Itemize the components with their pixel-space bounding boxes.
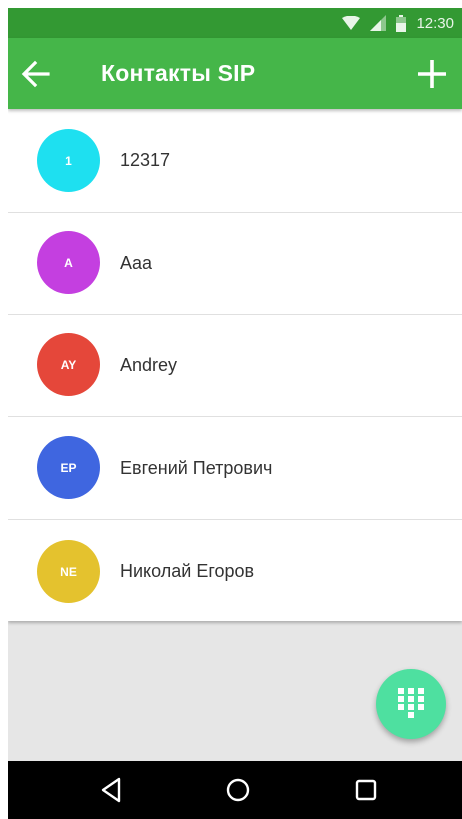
avatar-initials: 1 bbox=[65, 153, 72, 168]
app-bar: Контакты SIP bbox=[8, 38, 462, 109]
avatar: 1 bbox=[37, 129, 100, 192]
page-title: Контакты SIP bbox=[101, 60, 256, 86]
avatar: AY bbox=[37, 333, 100, 396]
contact-name: 12317 bbox=[120, 150, 171, 170]
contact-name: Aaa bbox=[120, 253, 153, 273]
plus-icon[interactable] bbox=[414, 56, 450, 92]
contact-row[interactable]: A Aaa bbox=[8, 213, 462, 316]
contact-name: Andrey bbox=[120, 355, 178, 375]
wifi-icon bbox=[342, 16, 361, 30]
arrow-left-icon[interactable] bbox=[20, 58, 52, 90]
nav-home-icon[interactable] bbox=[223, 775, 253, 805]
contact-row[interactable]: 1 12317 bbox=[8, 109, 462, 212]
contact-row[interactable]: EP Евгений Петрович bbox=[8, 417, 462, 520]
contact-row[interactable]: AY Andrey bbox=[8, 315, 462, 418]
phone-screen: 12:30 Контакты SIP 1 12317 A Aaa AY Andr… bbox=[8, 8, 462, 819]
avatar: A bbox=[37, 231, 100, 294]
avatar-initials: NE bbox=[60, 564, 77, 579]
contact-row[interactable]: NE Николай Егоров bbox=[8, 520, 462, 623]
contact-name: Николай Егоров bbox=[120, 561, 255, 581]
nav-back-icon[interactable] bbox=[97, 775, 127, 805]
contact-list: 1 12317 A Aaa AY Andrey EP Евгений Петро… bbox=[8, 109, 462, 621]
system-nav-bar bbox=[8, 761, 462, 819]
cell-signal-icon bbox=[370, 15, 387, 31]
avatar: EP bbox=[37, 436, 100, 499]
status-bar: 12:30 bbox=[8, 8, 462, 38]
battery-icon bbox=[396, 14, 407, 32]
dialpad-button[interactable] bbox=[376, 669, 446, 739]
avatar: NE bbox=[37, 540, 100, 603]
avatar-initials: A bbox=[64, 255, 73, 270]
status-icons: 12:30 bbox=[342, 13, 454, 33]
avatar-initials: AY bbox=[60, 357, 77, 372]
avatar-initials: EP bbox=[60, 460, 77, 475]
nav-recents-icon[interactable] bbox=[351, 775, 381, 805]
contact-name: Евгений Петрович bbox=[120, 458, 273, 478]
status-time: 12:30 bbox=[416, 14, 454, 32]
dialpad-icon bbox=[398, 688, 424, 718]
